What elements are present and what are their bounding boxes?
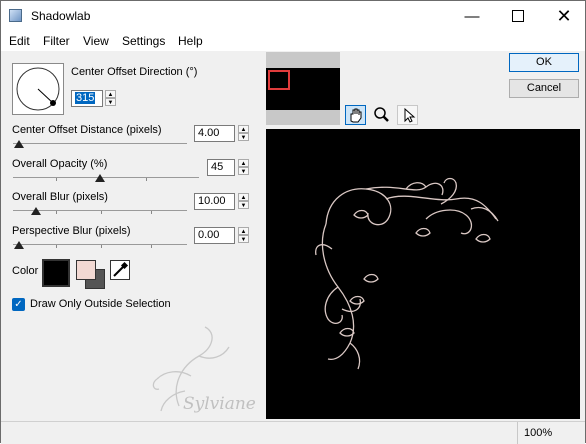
maximize-icon[interactable]: [495, 1, 541, 31]
zoom-level: 100%: [524, 427, 553, 439]
slider-tick: [101, 211, 102, 214]
perspective-spinner[interactable]: ▲ ▼: [238, 227, 249, 244]
zoom-magnifier-icon[interactable]: [371, 105, 392, 125]
direction-spinner[interactable]: ▲ ▼: [105, 90, 116, 107]
opacity-label: Overall Opacity (%): [12, 158, 108, 170]
watermark: Sylviane: [121, 321, 271, 416]
menu-filter[interactable]: Filter: [43, 34, 70, 48]
blur-input[interactable]: 10.00: [194, 193, 235, 210]
arrow-pointer-icon[interactable]: [397, 105, 418, 125]
spin-down-icon[interactable]: ▼: [238, 167, 249, 175]
blur-slider-thumb[interactable]: [31, 207, 41, 215]
blur-label: Overall Blur (pixels): [12, 191, 108, 203]
opacity-slider-thumb[interactable]: [95, 174, 105, 182]
spin-down-icon[interactable]: ▼: [238, 201, 249, 209]
direction-label: Center Offset Direction (°): [71, 66, 198, 78]
cancel-button[interactable]: Cancel: [509, 79, 579, 98]
menu-bar: Edit Filter View Settings Help: [1, 31, 585, 51]
menu-settings[interactable]: Settings: [122, 34, 165, 48]
direction-value: 315: [75, 92, 96, 104]
preview-canvas[interactable]: [266, 129, 580, 419]
svg-text:Sylviane: Sylviane: [183, 394, 256, 414]
shadowlab-dialog: Shadowlab — ✕ Edit Filter View Settings …: [0, 0, 586, 444]
title-bar: Shadowlab — ✕: [1, 1, 585, 31]
shadow-color-swatch[interactable]: [42, 259, 70, 287]
window-title: Shadowlab: [31, 9, 91, 23]
close-icon[interactable]: ✕: [541, 1, 586, 31]
menu-help[interactable]: Help: [178, 34, 203, 48]
menu-view[interactable]: View: [83, 34, 109, 48]
eyedropper-icon[interactable]: [110, 260, 130, 280]
slider-tick: [101, 245, 102, 248]
opacity-spinner[interactable]: ▲ ▼: [238, 159, 249, 176]
opacity-input[interactable]: 45: [207, 159, 235, 176]
distance-input[interactable]: 4.00: [194, 125, 235, 142]
slider-tick: [56, 178, 57, 181]
minimize-icon[interactable]: —: [449, 1, 495, 31]
spin-down-icon[interactable]: ▼: [105, 98, 116, 106]
foreground-color-swatch[interactable]: [76, 260, 96, 280]
spin-up-icon[interactable]: ▲: [238, 193, 249, 201]
spin-up-icon[interactable]: ▲: [238, 227, 249, 235]
spin-down-icon[interactable]: ▼: [238, 133, 249, 141]
spin-down-icon[interactable]: ▼: [238, 235, 249, 243]
status-bar: 100%: [1, 421, 585, 444]
status-divider: [517, 422, 518, 444]
distance-spinner[interactable]: ▲ ▼: [238, 125, 249, 142]
spin-up-icon[interactable]: ▲: [105, 90, 116, 98]
spin-up-icon[interactable]: ▲: [238, 125, 249, 133]
slider-tick: [56, 211, 57, 214]
spin-up-icon[interactable]: ▲: [238, 159, 249, 167]
direction-input[interactable]: 315: [71, 90, 103, 107]
app-icon: [9, 9, 22, 22]
navigator-thumbnail[interactable]: [266, 52, 340, 125]
direction-dial[interactable]: [12, 63, 64, 115]
slider-tick: [56, 245, 57, 248]
blur-spinner[interactable]: ▲ ▼: [238, 193, 249, 210]
perspective-slider-track: [13, 244, 187, 245]
ok-button[interactable]: OK: [509, 53, 579, 72]
viewport-indicator[interactable]: [268, 70, 290, 90]
perspective-input[interactable]: 0.00: [194, 227, 235, 244]
perspective-blur-label: Perspective Blur (pixels): [12, 225, 131, 237]
slider-tick: [151, 245, 152, 248]
color-label: Color: [12, 265, 39, 277]
outside-selection-checkbox[interactable]: ✓: [12, 298, 25, 311]
distance-label: Center Offset Distance (pixels): [12, 124, 162, 136]
perspective-slider-thumb[interactable]: [14, 241, 24, 249]
slider-tick: [146, 178, 147, 181]
opacity-slider-track: [13, 177, 199, 178]
distance-slider-track: [13, 143, 187, 144]
menu-edit[interactable]: Edit: [9, 34, 30, 48]
distance-slider-thumb[interactable]: [14, 140, 24, 148]
pan-hand-icon[interactable]: [345, 105, 366, 125]
outside-selection-label: Draw Only Outside Selection: [30, 298, 171, 310]
slider-tick: [151, 211, 152, 214]
